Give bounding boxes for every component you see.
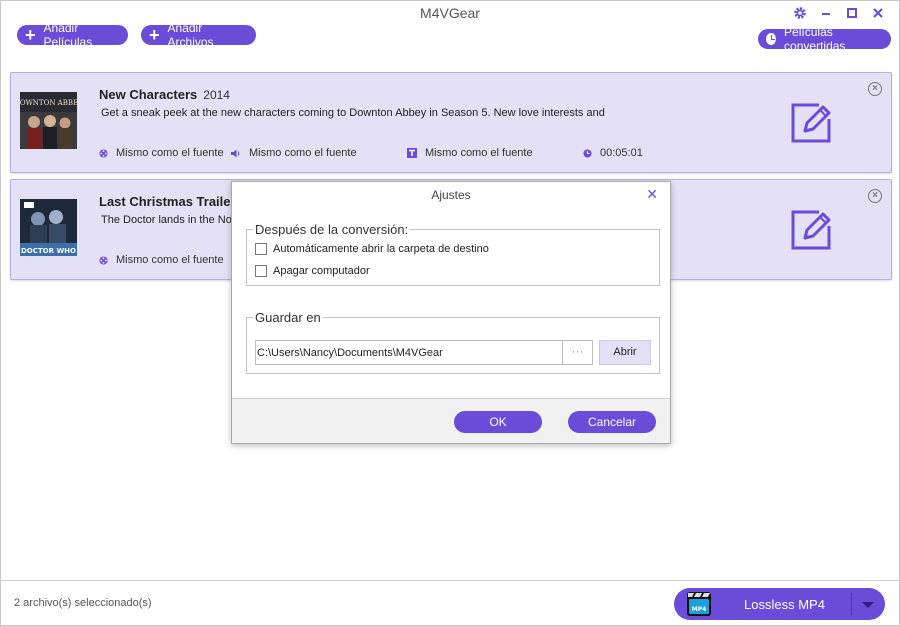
selected-count: 2 archivo(s) seleccionado(s) bbox=[14, 597, 152, 609]
open-folder-button[interactable]: Abrir bbox=[599, 340, 651, 365]
output-format-selector[interactable]: MP4 Lossless MP4 bbox=[674, 588, 885, 620]
thumbnail-caption: DOWNTON ABBEY bbox=[20, 99, 77, 107]
cancel-button[interactable]: Cancelar bbox=[568, 411, 656, 433]
output-path-field[interactable]: C:\Users\Nancy\Documents\M4VGear bbox=[255, 340, 563, 365]
ok-button[interactable]: OK bbox=[454, 411, 542, 433]
browse-dots-button[interactable]: ··· bbox=[563, 340, 593, 365]
settings-gear-icon[interactable] bbox=[787, 5, 813, 21]
audio-setting-label: Mismo como el fuente bbox=[249, 147, 357, 159]
window-controls bbox=[787, 5, 891, 21]
movie-thumbnail: DOCTOR WHO bbox=[20, 199, 77, 256]
after-conversion-group: Después de la conversión: Automáticament… bbox=[246, 222, 660, 286]
video-setting-label: Mismo como el fuente bbox=[116, 254, 224, 266]
title-bar[interactable]: M4VGear bbox=[1, 1, 899, 25]
video-setting[interactable]: Mismo como el fuente bbox=[99, 147, 224, 159]
subtitle-t-icon bbox=[407, 148, 417, 158]
edit-icon[interactable] bbox=[789, 101, 833, 145]
format-separator bbox=[851, 593, 852, 615]
dialog-title: Ajustes bbox=[431, 188, 471, 202]
remove-item-icon[interactable]: × bbox=[868, 189, 882, 203]
subtitle-setting-label: Mismo como el fuente bbox=[425, 147, 533, 159]
video-setting[interactable]: Mismo como el fuente bbox=[99, 254, 224, 266]
shutdown-checkbox[interactable]: Apagar computador bbox=[255, 265, 370, 277]
remove-item-icon[interactable]: × bbox=[868, 82, 882, 96]
item-title: Last Christmas Trailer bbox=[99, 194, 236, 209]
dialog-close-icon[interactable]: ✕ bbox=[646, 186, 658, 203]
open-folder-label: Automáticamente abrir la carpeta de dest… bbox=[273, 243, 489, 255]
speaker-icon bbox=[231, 149, 241, 158]
open-folder-checkbox[interactable]: Automáticamente abrir la carpeta de dest… bbox=[255, 243, 489, 255]
plus-icon: + bbox=[149, 24, 160, 45]
duration-label: 00:05:01 bbox=[600, 147, 643, 159]
close-icon[interactable] bbox=[865, 5, 891, 21]
app-window: M4VGear + Añadir Películas + Añadir Arch… bbox=[0, 0, 900, 626]
duration: 00:05:01 bbox=[583, 147, 643, 159]
edit-icon[interactable] bbox=[789, 208, 833, 252]
plus-icon: + bbox=[25, 24, 36, 45]
save-in-legend: Guardar en bbox=[255, 310, 321, 325]
item-title-text: New Characters bbox=[99, 87, 198, 102]
converted-movies-button[interactable]: Películas convertidas bbox=[758, 25, 891, 53]
add-files-label: Añadir Archivos bbox=[167, 21, 214, 49]
item-description: The Doctor lands in the Nor bbox=[101, 214, 236, 226]
subtitle-setting[interactable]: Mismo como el fuente bbox=[407, 147, 533, 159]
clock-icon bbox=[766, 33, 777, 45]
converted-movies-label: Películas convertidas bbox=[784, 25, 846, 53]
movie-thumbnail: DOWNTON ABBEY bbox=[20, 92, 77, 149]
output-format-label: Lossless MP4 bbox=[744, 597, 825, 612]
item-title-text: Last Christmas Trailer bbox=[99, 194, 236, 209]
video-reel-icon bbox=[99, 148, 108, 158]
save-in-group: Guardar en C:\Users\Nancy\Documents\M4VG… bbox=[246, 310, 660, 374]
after-conversion-legend: Después de la conversión: bbox=[255, 222, 409, 237]
item-description: Get a sneak peek at the new characters c… bbox=[101, 107, 605, 119]
status-bar: 2 archivo(s) seleccionado(s) MP4 Lossles… bbox=[1, 580, 899, 625]
minimize-icon[interactable] bbox=[813, 5, 839, 21]
dialog-footer: OK Cancelar bbox=[232, 398, 670, 443]
thumbnail-caption: DOCTOR WHO bbox=[21, 247, 76, 255]
add-files-button[interactable]: + Añadir Archivos bbox=[141, 21, 256, 49]
chevron-down-icon[interactable] bbox=[862, 602, 874, 608]
audio-setting[interactable]: Mismo como el fuente bbox=[231, 147, 357, 159]
mp4-format-icon: MP4 bbox=[687, 592, 711, 616]
checkbox-box[interactable] bbox=[255, 265, 267, 277]
video-reel-icon bbox=[99, 255, 108, 265]
checkbox-box[interactable] bbox=[255, 243, 267, 255]
video-setting-label: Mismo como el fuente bbox=[116, 147, 224, 159]
mp4-icon-text: MP4 bbox=[692, 606, 707, 613]
add-movies-label: Añadir Películas bbox=[43, 21, 93, 49]
list-item[interactable]: DOWNTON ABBEY New Characters 2014 Get a s… bbox=[10, 72, 892, 173]
clock-icon bbox=[583, 148, 592, 158]
shutdown-label: Apagar computador bbox=[273, 265, 370, 277]
maximize-icon[interactable] bbox=[839, 5, 865, 21]
item-year: 2014 bbox=[203, 88, 230, 102]
add-movies-button[interactable]: + Añadir Películas bbox=[17, 21, 128, 49]
item-title: New Characters 2014 bbox=[99, 87, 230, 102]
settings-dialog: Ajustes ✕ Después de la conversión: Auto… bbox=[231, 181, 671, 444]
window-title: M4VGear bbox=[420, 5, 480, 21]
